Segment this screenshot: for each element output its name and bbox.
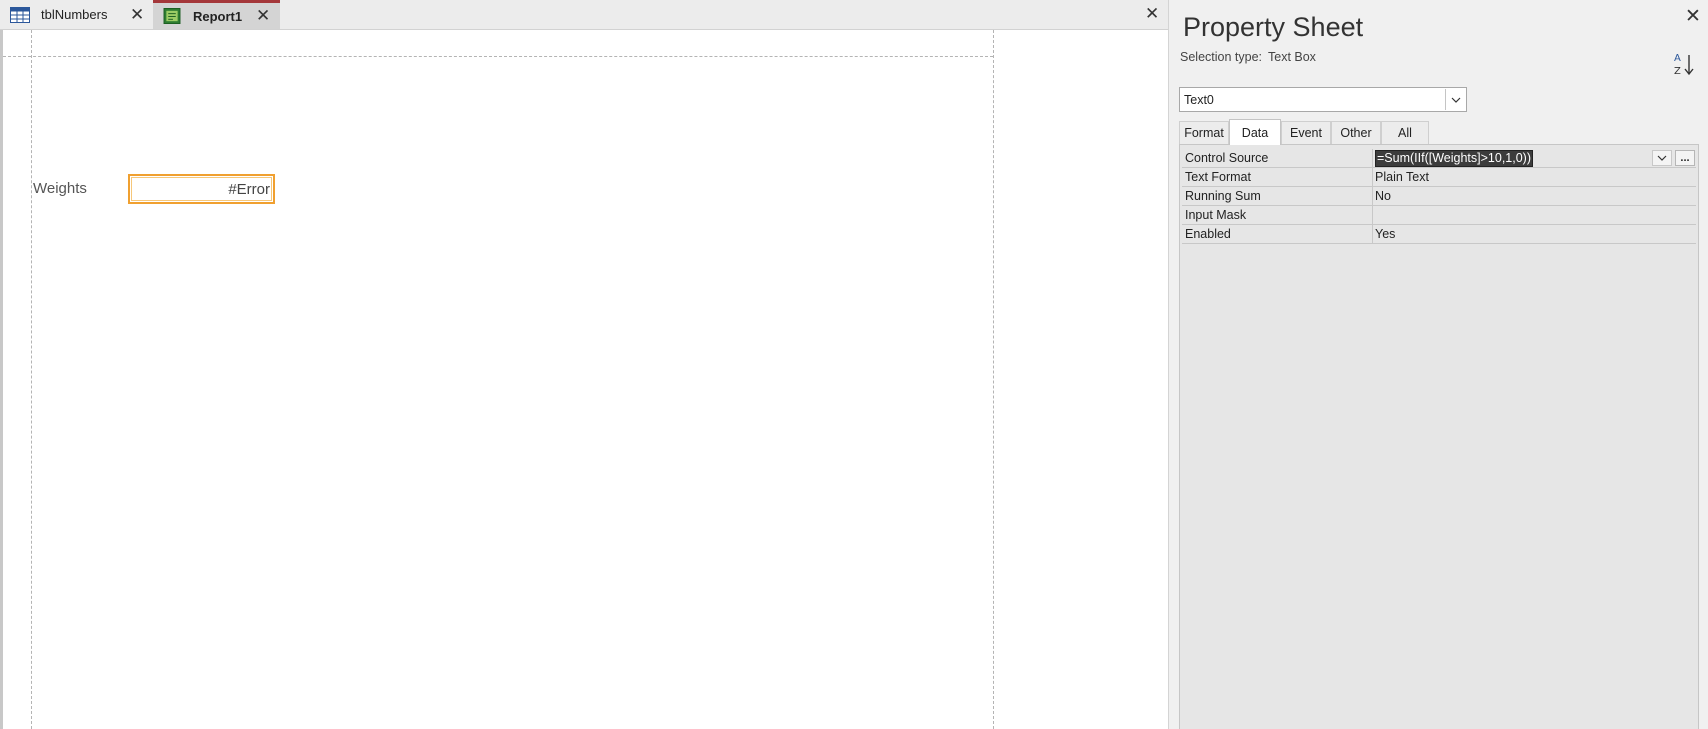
chevron-down-icon[interactable] (1445, 89, 1465, 110)
tab-data[interactable]: Data (1229, 119, 1281, 145)
tab-label: Report1 (193, 8, 243, 24)
object-selector-value: Text0 (1184, 92, 1214, 107)
property-value: =Sum(IIf([Weights]>10,1,0)) (1375, 150, 1533, 167)
tab-report1[interactable]: Report1 ✕ (153, 0, 280, 29)
top-margin-guide (3, 56, 993, 57)
property-row-text-format[interactable]: Text Format Plain Text (1182, 168, 1696, 187)
property-row-enabled[interactable]: Enabled Yes (1182, 225, 1696, 244)
selection-type: Selection type: Text Box (1180, 50, 1316, 64)
property-sheet-pane: Property Sheet ✕ Selection type: Text Box… (1169, 0, 1708, 729)
property-row-control-source[interactable]: Control Source =Sum(IIf([Weights]>10,1,0… (1182, 149, 1696, 168)
svg-text:A: A (1674, 53, 1681, 64)
right-margin-guide (993, 30, 994, 729)
sort-az-icon[interactable]: A Z (1671, 50, 1697, 78)
property-value[interactable]: Yes (1373, 225, 1696, 243)
property-name: Text Format (1182, 168, 1373, 186)
build-button[interactable]: ... (1675, 150, 1695, 166)
property-name: Enabled (1182, 225, 1373, 243)
close-tab-icon[interactable]: ✕ (130, 6, 144, 23)
weights-label[interactable]: Weights (33, 180, 87, 197)
tab-tblnumbers[interactable]: tblNumbers ✕ (0, 0, 153, 29)
property-value[interactable]: Plain Text (1373, 168, 1696, 186)
property-name: Running Sum (1182, 187, 1373, 205)
property-row-input-mask[interactable]: Input Mask (1182, 206, 1696, 225)
property-sheet-title: Property Sheet (1183, 12, 1364, 42)
tab-format[interactable]: Format (1179, 121, 1229, 144)
tab-event[interactable]: Event (1281, 121, 1331, 144)
tab-other[interactable]: Other (1331, 121, 1381, 144)
report-icon (163, 8, 181, 24)
property-row-running-sum[interactable]: Running Sum No (1182, 187, 1696, 206)
property-name: Control Source (1182, 149, 1373, 167)
control-source-field[interactable]: =Sum(IIf([Weights]>10,1,0)) ... (1373, 149, 1696, 167)
report-design-surface[interactable] (0, 30, 1168, 729)
left-margin-guide (31, 30, 32, 729)
close-tab-icon[interactable]: ✕ (256, 7, 270, 24)
close-property-sheet-icon[interactable]: ✕ (1685, 7, 1701, 26)
selection-type-value: Text Box (1268, 50, 1316, 64)
property-value[interactable] (1373, 206, 1696, 224)
text-box-value: #Error (228, 180, 270, 198)
close-document-icon[interactable]: ✕ (1145, 5, 1159, 22)
selection-type-label: Selection type: (1180, 50, 1262, 64)
tab-label: tblNumbers (41, 7, 108, 22)
property-value[interactable]: No (1373, 187, 1696, 205)
svg-text:Z: Z (1674, 66, 1681, 77)
table-icon (10, 6, 30, 23)
document-tab-bar: tblNumbers ✕ Report1 ✕ ✕ (0, 0, 1168, 30)
selected-text-box[interactable]: #Error (128, 174, 275, 204)
tab-all[interactable]: All (1381, 121, 1429, 144)
chevron-down-icon[interactable] (1652, 150, 1672, 166)
property-name: Input Mask (1182, 206, 1373, 224)
object-selector-dropdown[interactable]: Text0 (1179, 87, 1467, 112)
property-grid: Control Source =Sum(IIf([Weights]>10,1,0… (1179, 144, 1699, 729)
